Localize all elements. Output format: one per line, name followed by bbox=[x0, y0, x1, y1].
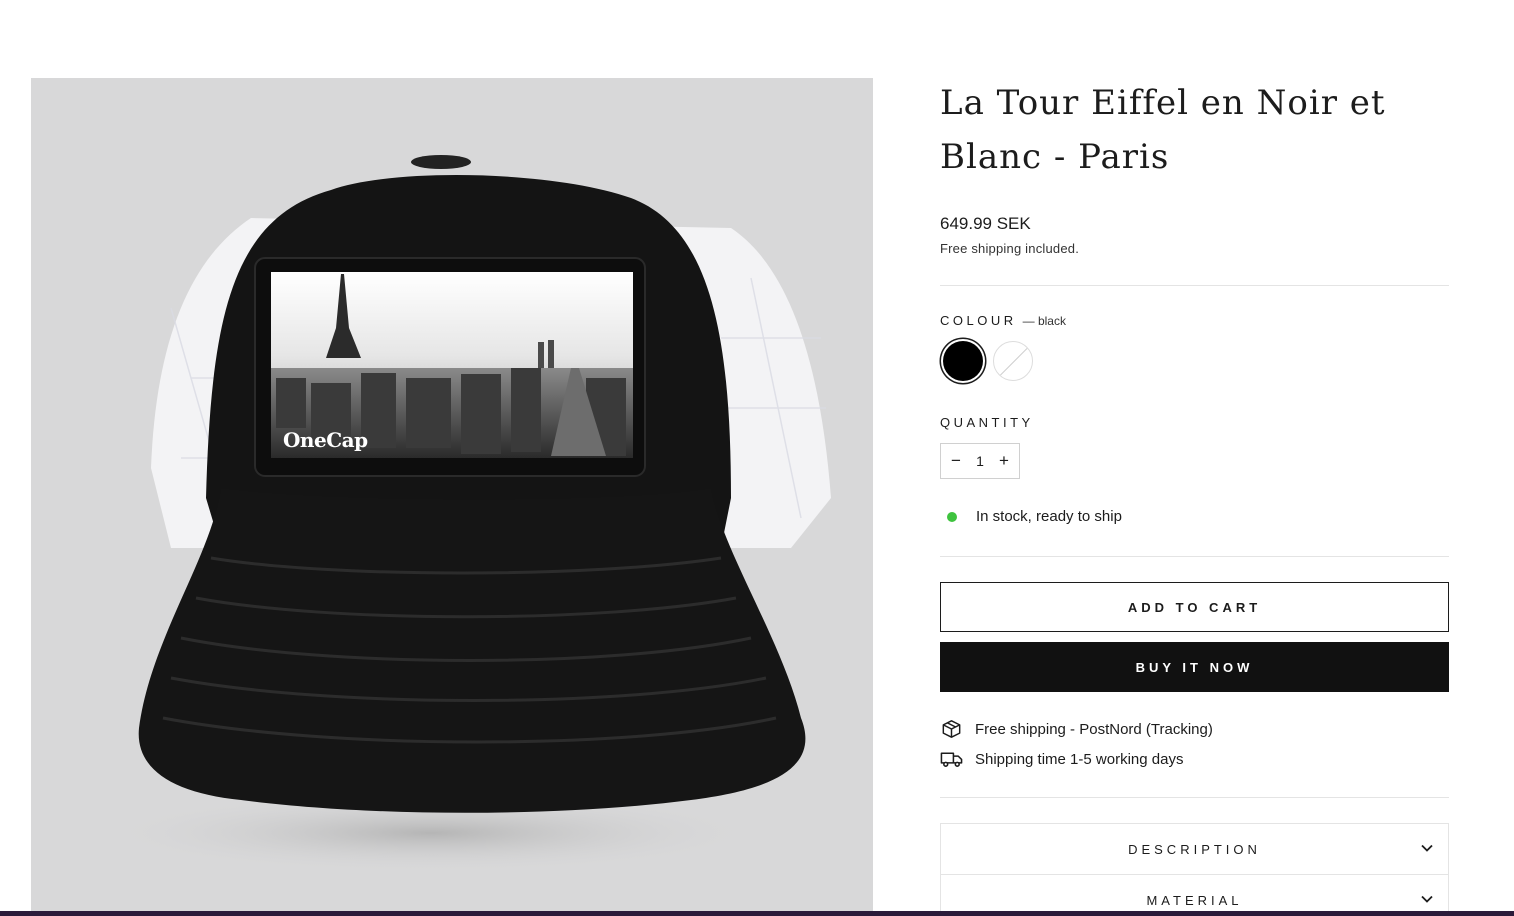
stock-text: In stock, ready to ship bbox=[976, 508, 1122, 525]
quantity-increase-button[interactable]: + bbox=[997, 451, 1011, 471]
quantity-decrease-button[interactable]: − bbox=[949, 451, 963, 471]
shipping-note: Free shipping included. bbox=[940, 241, 1080, 256]
cap-illustration bbox=[101, 155, 831, 873]
stock-indicator-icon bbox=[947, 511, 957, 522]
feature-free-shipping: Free shipping - PostNord (Tracking) bbox=[940, 719, 1213, 739]
truck-icon bbox=[940, 752, 963, 767]
quantity-stepper: − 1 + bbox=[940, 443, 1020, 479]
accordion-label: DESCRIPTION bbox=[1128, 841, 1261, 857]
colour-label-text: COLOUR bbox=[940, 313, 1017, 328]
product-image[interactable]: OneCap bbox=[31, 78, 873, 916]
stock-status: In stock, ready to ship bbox=[940, 508, 1122, 525]
quantity-input[interactable]: 1 bbox=[976, 453, 984, 469]
accordion-description[interactable]: DESCRIPTION bbox=[940, 823, 1449, 875]
divider bbox=[940, 797, 1449, 798]
colour-label: COLOUR — black bbox=[940, 313, 1066, 328]
divider bbox=[940, 285, 1449, 286]
feature-text: Free shipping - PostNord (Tracking) bbox=[975, 720, 1213, 738]
accordion-label: MATERIAL bbox=[1146, 892, 1243, 908]
feature-shipping-time: Shipping time 1-5 working days bbox=[940, 749, 1183, 769]
chevron-down-icon bbox=[1421, 844, 1433, 852]
add-to-cart-button[interactable]: ADD TO CART bbox=[940, 582, 1449, 632]
colour-selected-value: — black bbox=[1022, 314, 1066, 328]
product-price: 649.99 SEK bbox=[940, 214, 1031, 233]
colour-swatch-black[interactable] bbox=[943, 341, 983, 381]
divider bbox=[940, 556, 1449, 557]
package-icon bbox=[942, 720, 961, 738]
accordion-material[interactable]: MATERIAL bbox=[940, 874, 1449, 916]
quantity-label: QUANTITY bbox=[940, 415, 1034, 430]
feature-text: Shipping time 1-5 working days bbox=[975, 750, 1184, 768]
brand-logo: OneCap bbox=[283, 428, 368, 452]
bottom-bar bbox=[0, 911, 1514, 916]
product-title: La Tour Eiffel en Noir et Blanc - Paris bbox=[940, 83, 1386, 177]
chevron-down-icon bbox=[1421, 895, 1433, 903]
product-info: La Tour Eiffel en Noir et Blanc - Paris … bbox=[940, 78, 1449, 916]
buy-it-now-button[interactable]: BUY IT NOW bbox=[940, 642, 1449, 692]
colour-swatch-white[interactable] bbox=[993, 341, 1033, 381]
